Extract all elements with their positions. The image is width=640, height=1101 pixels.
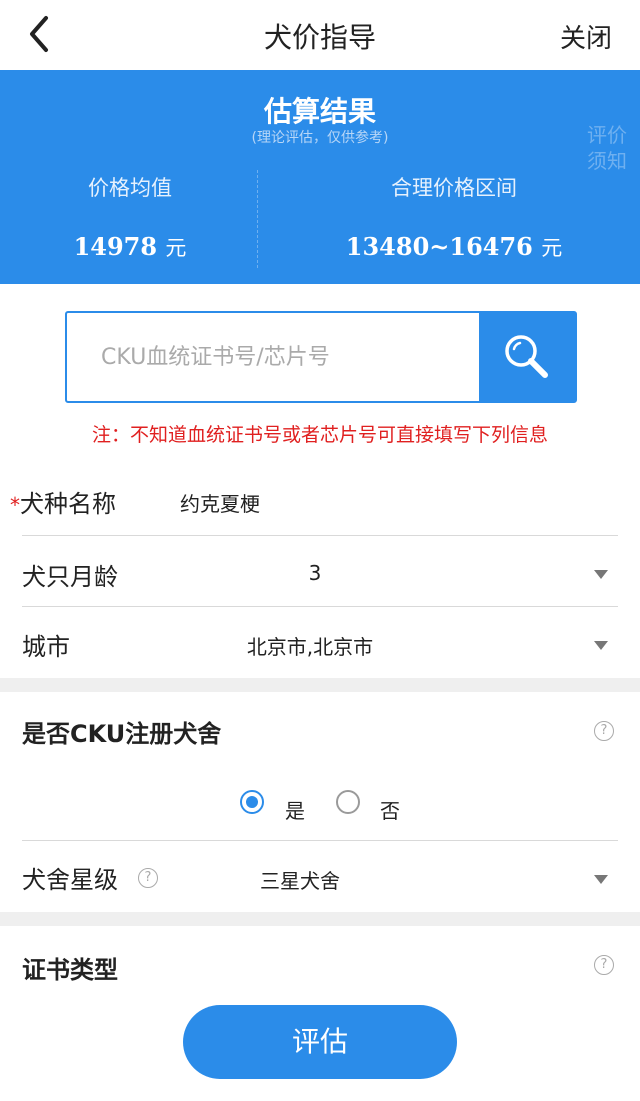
city-dropdown-caret-icon — [594, 641, 608, 650]
breed-row[interactable]: *犬种名称 约克夏梗 — [10, 480, 618, 536]
cert-type-help-icon[interactable]: ? — [594, 955, 614, 975]
search-button[interactable] — [479, 313, 575, 401]
breed-value: 约克夏梗 — [180, 492, 260, 516]
result-title: 估算结果 — [263, 95, 376, 128]
age-value: 3 — [308, 561, 322, 585]
cert-type-row[interactable]: 证书类型 ? — [22, 950, 618, 986]
evaluate-button[interactable]: 评估 — [183, 1005, 457, 1079]
nav-bar: 犬价指导 关闭 — [0, 0, 640, 70]
page-title: 犬价指导 — [263, 21, 376, 54]
average-price-unit: 元 — [165, 236, 187, 260]
city-value: 北京市,北京市 — [246, 635, 374, 659]
divider — [22, 535, 618, 536]
average-price-value: 14978 — [73, 232, 158, 261]
price-range-label: 合理价格区间 — [391, 176, 517, 200]
average-price-label: 价格均值 — [88, 176, 172, 200]
certificate-search-input[interactable] — [67, 313, 479, 401]
kennel-no-radio[interactable] — [336, 790, 360, 814]
kennel-level-dropdown-caret-icon — [594, 875, 608, 884]
result-subtitle: (理论评估，仅供参考) — [251, 130, 389, 146]
price-range: 合理价格区间 13480~16476 元 — [318, 172, 590, 262]
certificate-search — [65, 311, 577, 403]
kennel-level-row[interactable]: 犬舍星级 ? 三星犬舍 — [22, 857, 618, 905]
kennel-level-value: 三星犬舍 — [260, 869, 340, 893]
price-range-value-row: 13480~16476 元 — [318, 232, 590, 262]
divider — [22, 840, 618, 841]
section-gap — [0, 678, 640, 692]
kennel-registered-row: 是否CKU注册犬舍 ? — [22, 712, 618, 752]
result-banner: 估算结果 (理论评估，仅供参考) 评价须知 价格均值 14978 元 合理价格区… — [0, 70, 640, 284]
evaluation-notice-link[interactable]: 评价须知 — [584, 122, 630, 174]
kennel-no-label[interactable]: 否 — [380, 795, 400, 824]
cert-type-label: 证书类型 — [22, 956, 118, 984]
price-range-value: 13480~16476 — [345, 232, 533, 261]
kennel-yes-label[interactable]: 是 — [285, 795, 305, 824]
age-dropdown-caret-icon — [594, 570, 608, 579]
close-button[interactable]: 关闭 — [560, 18, 612, 55]
section-gap — [0, 912, 640, 926]
kennel-registered-help-icon[interactable]: ? — [594, 721, 614, 741]
kennel-yes-radio[interactable] — [240, 790, 264, 814]
average-price-value-row: 14978 元 — [0, 232, 260, 262]
kennel-registered-label: 是否CKU注册犬舍 — [22, 720, 222, 748]
city-row[interactable]: 城市 北京市,北京市 — [22, 622, 618, 678]
search-icon — [505, 335, 548, 378]
average-price: 价格均值 14978 元 — [0, 172, 260, 262]
price-range-unit: 元 — [541, 236, 563, 260]
age-row[interactable]: 犬只月龄 3 — [22, 552, 618, 608]
required-mark: * — [10, 493, 20, 517]
divider — [22, 606, 618, 607]
banner-divider — [257, 170, 258, 268]
hint-note: 注：不知道血统证书号或者芯片号可直接填写下列信息 — [91, 424, 548, 446]
